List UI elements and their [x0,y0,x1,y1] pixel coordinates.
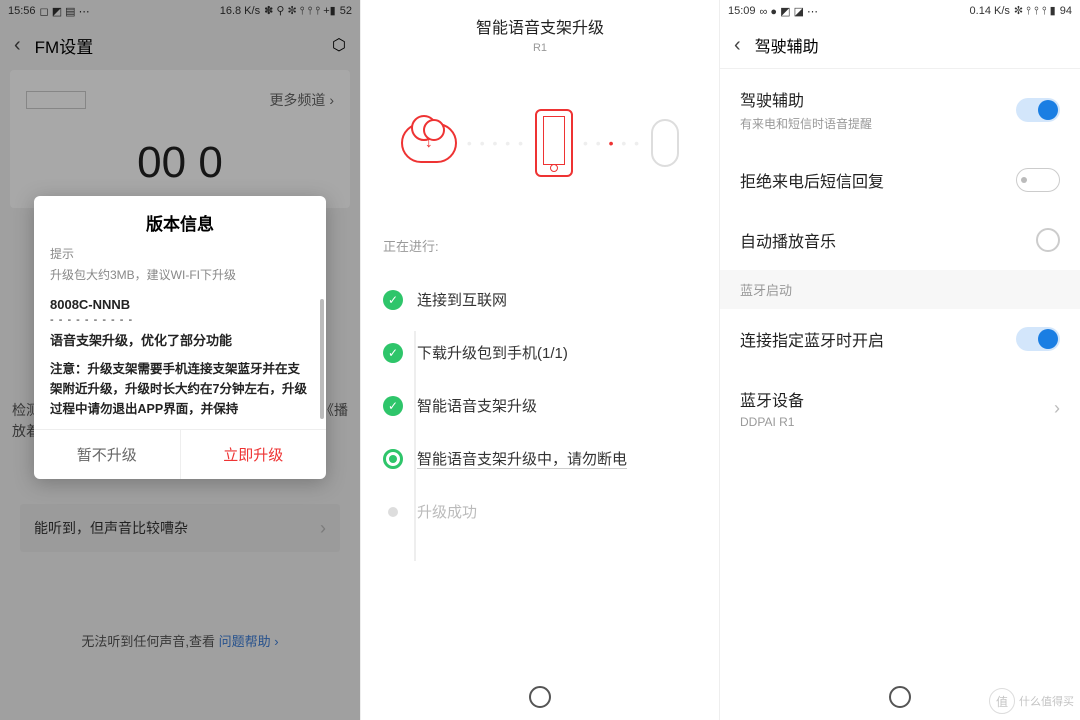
row-label: 驾驶辅助 [740,87,872,111]
page-title: 智能语音支架升级 [361,14,719,38]
autoplay-row[interactable]: 自动播放音乐 [720,210,1080,270]
step-row: ✓ 连接到互联网 [383,273,697,326]
modal-desc: 语音支架升级，优化了部分功能 [50,330,310,349]
dots-icon: • • • • • [583,135,641,151]
assist-row[interactable]: 驾驶辅助 有来电和短信时语音提醒 [720,69,1080,150]
modal-dashes: - - - - - - - - - - [50,314,310,326]
page-title: 驾驶辅助 [755,33,819,57]
row-sublabel: DDPAI R1 [740,415,804,429]
check-icon: ✓ [383,343,403,363]
modal-title: 版本信息 [34,196,326,245]
progress-dot-icon [383,449,403,469]
radio-off[interactable] [1036,228,1060,252]
phone-icon [535,109,573,177]
row-label: 自动播放音乐 [740,228,836,252]
modal-pkg: 升级包大约3MB，建议WI-FI下升级 [50,266,310,283]
check-icon: ✓ [383,396,403,416]
device-icon [651,119,679,167]
scrollbar[interactable] [320,299,324,419]
modal-warn: 注意：升级支架需要手机连接支架蓝牙并在支架附近升级，升级时长大约在7分钟左右，升… [50,359,310,419]
modal-vcode: 8008C-NNNB [50,297,310,312]
step-row: 升级成功 [383,485,697,538]
step-label: 下载升级包到手机(1/1) [417,342,568,363]
home-button[interactable] [529,686,551,708]
status-net: 0.14 K/s [970,5,1010,17]
version-modal: 版本信息 提示 升级包大约3MB，建议WI-FI下升级 8008C-NNNB -… [34,196,326,479]
upgrade-diagram: ↓ • • • • • • • • • • [361,78,719,208]
row-sublabel: 有来电和短信时语音提醒 [740,115,872,132]
step-label: 智能语音支架升级 [417,395,537,416]
status-icons-left: ∞ ● ◩ ◪ ⋯ [760,5,819,18]
row-label: 蓝牙设备 [740,387,804,411]
toggle-on[interactable] [1016,327,1060,351]
pending-dot-icon [388,507,398,517]
row-label: 拒绝来电后短信回复 [740,168,884,192]
progress-label: 正在进行: [383,236,697,255]
bt-connect-row[interactable]: 连接指定蓝牙时开启 [720,309,1080,369]
cloud-icon: ↓ [401,123,457,163]
upgrade-now-button[interactable]: 立即升级 [181,430,327,479]
row-label: 连接指定蓝牙时开启 [740,327,884,351]
status-batt: 94 [1060,5,1072,17]
check-icon: ✓ [383,290,403,310]
step-row: ✓ 下载升级包到手机(1/1) [383,326,697,379]
bt-device-row[interactable]: 蓝牙设备 DDPAI R1 › [720,369,1080,447]
dots-icon: • • • • • [467,135,525,151]
step-row: ✓ 智能语音支架升级 [383,379,697,432]
toggle-off[interactable] [1016,168,1060,192]
step-label: 升级成功 [417,501,477,522]
status-time: 15:09 [728,5,756,17]
home-button[interactable] [889,686,911,708]
chevron-right-icon: › [1054,398,1060,419]
step-row: 智能语音支架升级中，请勿断电 [383,432,697,485]
toggle-on[interactable] [1016,98,1060,122]
status-icons-right: ✼ ⫯ ⫯ ⫯ ▮ [1014,4,1056,18]
later-button[interactable]: 暂不升级 [34,430,181,479]
bt-section-header: 蓝牙启动 [720,270,1080,309]
step-label: 智能语音支架升级中，请勿断电 [417,448,627,469]
step-label: 连接到互联网 [417,289,507,310]
reject-row[interactable]: 拒绝来电后短信回复 [720,150,1080,210]
watermark: 值 什么值得买 [989,688,1074,714]
page-subtitle: R1 [361,42,719,54]
back-icon[interactable]: ‹ [734,34,741,57]
modal-hint: 提示 [50,245,310,262]
